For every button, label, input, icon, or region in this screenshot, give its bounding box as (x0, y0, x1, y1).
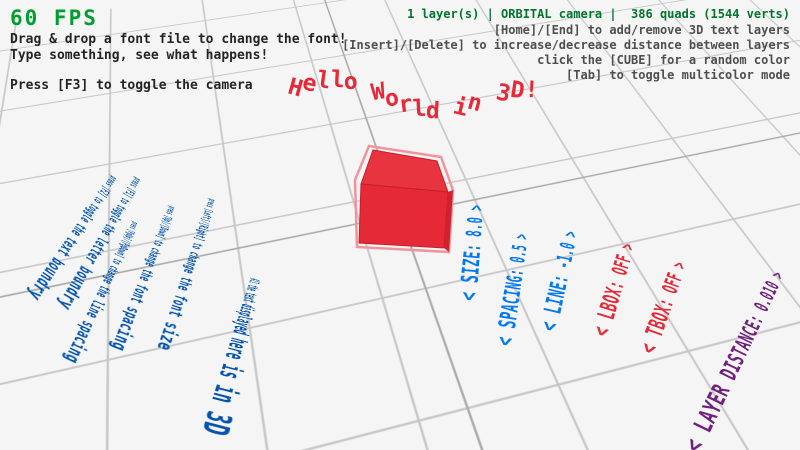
status-line: 1 layer(s) | ORBITAL camera | 386 quads … (407, 7, 790, 21)
help-multicolor: [Tab] to toggle multicolor mode (566, 68, 790, 82)
help-layers: [Home]/[End] to add/remove 3D text layer… (494, 23, 790, 37)
wave-letter: ! (524, 77, 539, 104)
wave-letter: l (412, 96, 427, 123)
instruction-camera: Press [F3] to toggle the camera (10, 78, 253, 93)
text3d-demo-window: press [F2] to toggle the text boundrypre… (0, 0, 800, 450)
instruction-type: Type something, see what happens! (10, 48, 268, 63)
cube-front-face[interactable] (359, 184, 448, 248)
help-distance: [Insert]/[Delete] to increase/decrease d… (342, 38, 790, 52)
help-cube-color: click the [CUBE] for a random color (537, 53, 790, 67)
instruction-drag-drop: Drag & drop a font file to change the fo… (10, 32, 347, 47)
fps-counter: 60 FPS (10, 6, 98, 30)
